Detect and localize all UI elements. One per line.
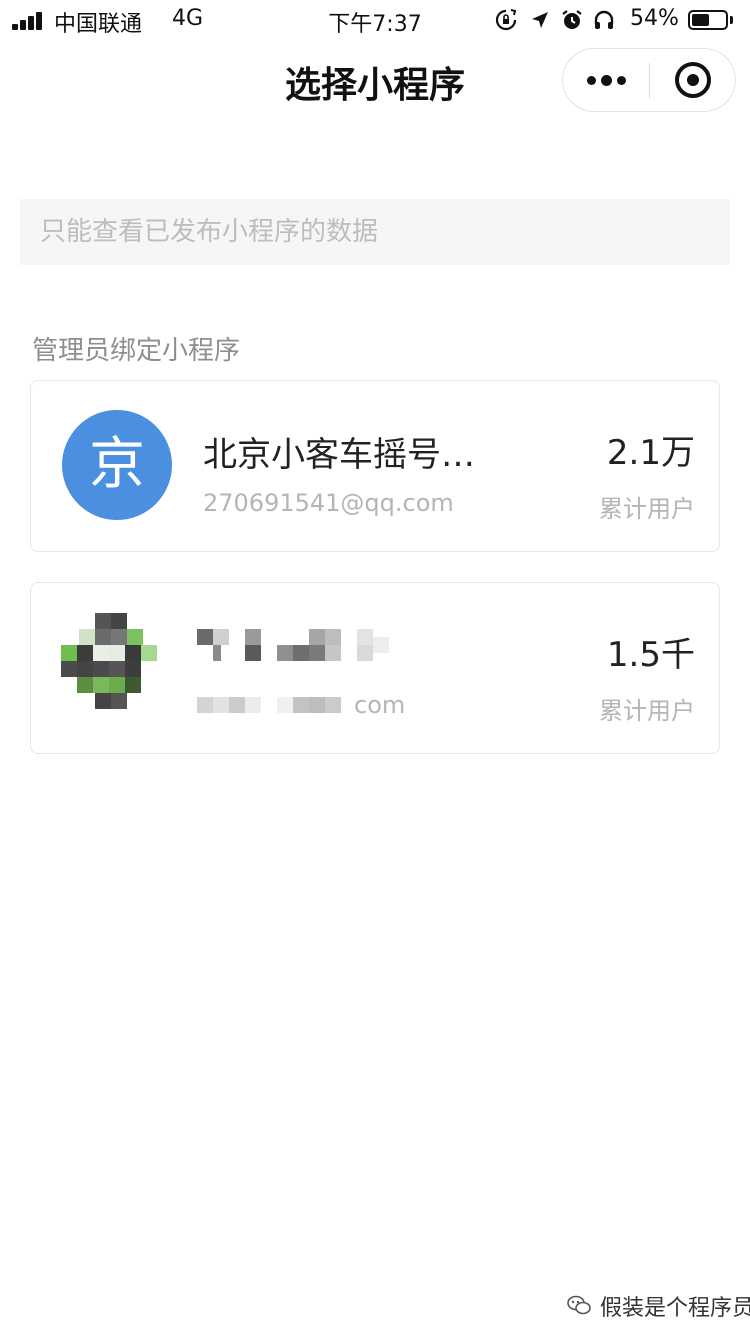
user-count: 1.5千	[606, 635, 695, 675]
alarm-icon	[562, 10, 582, 29]
app-avatar: 京	[62, 410, 172, 520]
wechat-icon	[567, 1295, 591, 1315]
user-count-label: 累计用户	[599, 495, 695, 523]
target-dot	[687, 74, 699, 86]
notice-banner: 只能查看已发布小程序的数据	[20, 199, 730, 265]
more-button[interactable]	[563, 49, 649, 111]
orientation-lock-icon	[495, 9, 517, 31]
redacted-email	[197, 693, 357, 721]
location-arrow-icon	[532, 12, 548, 28]
redacted-avatar	[61, 613, 179, 731]
battery-level-fill	[692, 14, 709, 26]
mini-program-capsule	[562, 48, 736, 112]
battery-percent: 54%	[630, 6, 679, 31]
user-count-label: 累计用户	[599, 697, 695, 725]
battery-icon	[688, 10, 728, 30]
redacted-app-name	[197, 627, 397, 667]
app-card-1[interactable]: 京 北京小客车摇号… 270691541@qq.com 2.1万 累计用户	[30, 380, 720, 552]
watermark-text: 假装是个程序员	[600, 1296, 750, 1321]
battery-tip	[730, 16, 733, 24]
email-suffix: com	[354, 691, 406, 719]
headphones-icon	[594, 10, 614, 29]
app-card-2[interactable]: com 1.5千 累计用户	[30, 582, 720, 754]
watermark: 假装是个程序员	[566, 1290, 750, 1321]
status-bar: 中国联通 4G 下午7:37 54%	[0, 0, 750, 40]
app-name: 北京小客车摇号…	[203, 435, 475, 475]
section-label: 管理员绑定小程序	[32, 336, 241, 366]
close-mini-program-button[interactable]	[650, 49, 736, 111]
user-count: 2.1万	[606, 433, 695, 473]
app-email: 270691541@qq.com	[203, 489, 454, 517]
